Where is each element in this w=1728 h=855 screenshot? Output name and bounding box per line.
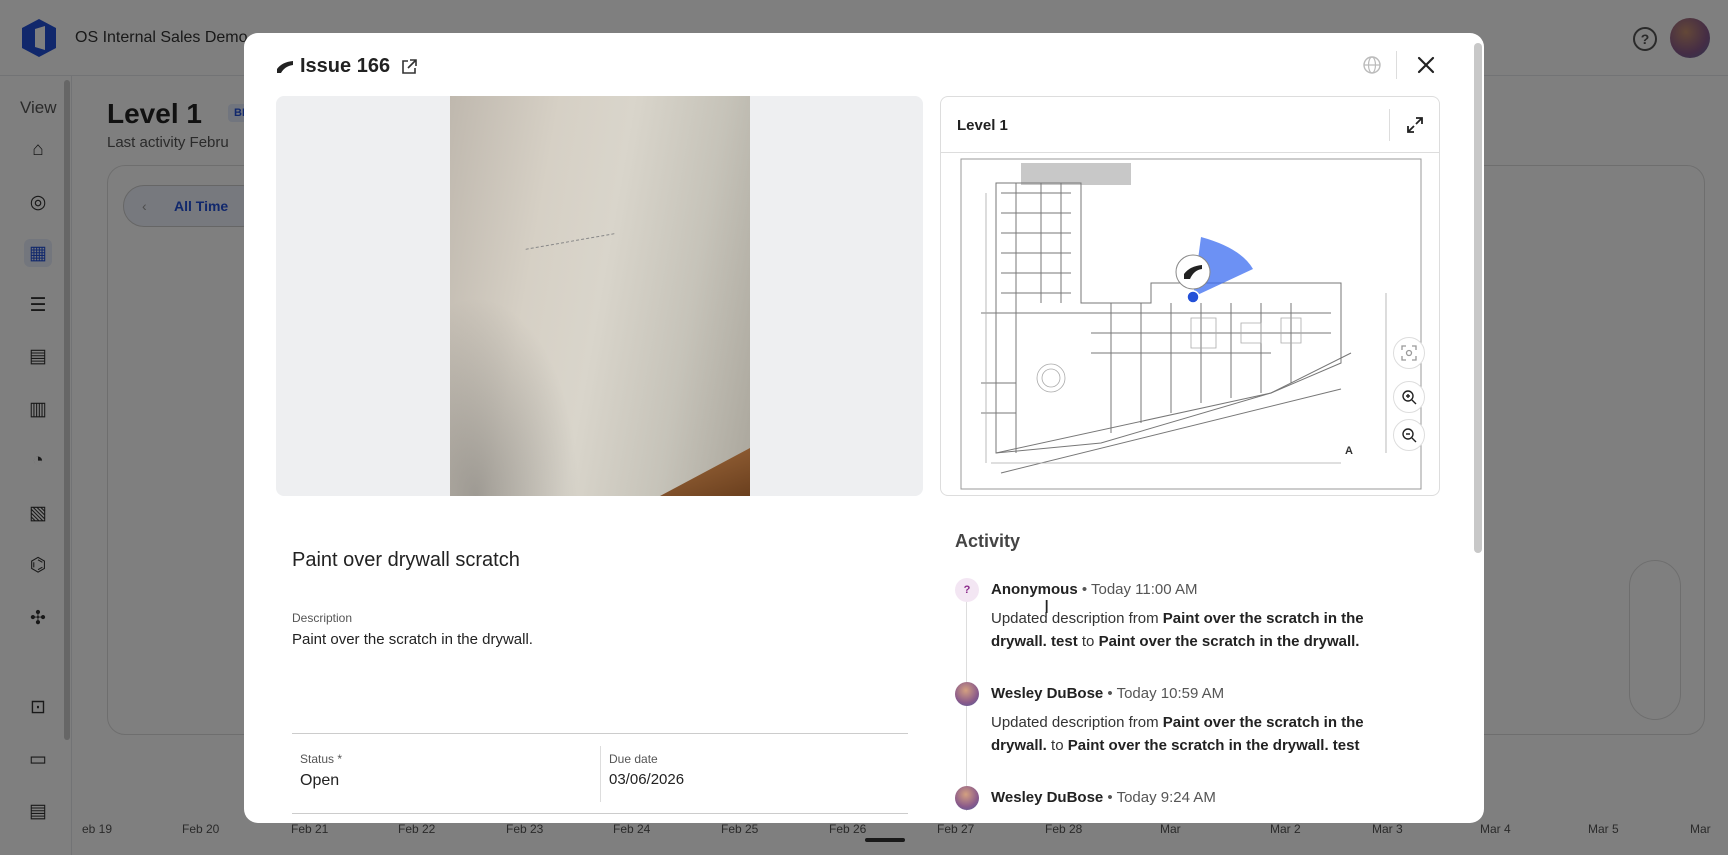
header-divider — [1396, 51, 1397, 79]
activity-to: Paint over the scratch in the drywall. — [1098, 633, 1360, 650]
issue-type-icon — [277, 60, 293, 73]
activity-user: Wesley DuBose — [991, 685, 1104, 702]
issue-header: Issue 166 — [276, 55, 418, 78]
activity-mid: to — [1077, 633, 1099, 650]
activity-timeline-line — [966, 601, 967, 811]
text-cursor-icon: I — [1044, 597, 1050, 618]
activity-mid: to — [1046, 737, 1068, 754]
due-date-label: Due date — [609, 752, 658, 766]
recenter-icon[interactable] — [1393, 337, 1425, 369]
issue-summary-title[interactable]: Paint over drywall scratch — [292, 549, 520, 572]
map-header: Level 1 — [941, 97, 1439, 153]
issue-photo[interactable] — [450, 96, 750, 496]
zoom-in-icon[interactable] — [1393, 381, 1425, 413]
map-level-label: Level 1 — [957, 117, 1008, 134]
globe-icon[interactable] — [1362, 55, 1382, 75]
activity-time: • Today 11:00 AM — [1077, 581, 1198, 598]
anonymous-avatar: ? — [955, 578, 979, 602]
description-label: Description — [292, 611, 353, 625]
activity-user: Wesley DuBose — [991, 789, 1104, 806]
activity-title: Activity — [955, 531, 1021, 551]
activity-time: • Today 9:24 AM — [1103, 789, 1216, 806]
fields-divider-bottom — [292, 813, 908, 814]
issue-title: Issue 166 — [300, 55, 391, 77]
activity-time: • Today 10:59 AM — [1103, 685, 1225, 702]
close-icon[interactable] — [1412, 51, 1440, 79]
floor-plan[interactable]: A — [941, 153, 1439, 495]
field-divider — [600, 746, 601, 802]
map-corner-label: A — [1345, 445, 1353, 457]
status-select[interactable]: Open — [300, 772, 339, 790]
user-avatar — [955, 786, 979, 810]
map-panel: Level 1 A — [940, 96, 1440, 496]
status-label: Status * — [300, 752, 343, 766]
activity-to: Paint over the scratch in the drywall. t… — [1067, 737, 1360, 754]
activity-prefix: Updated description from — [991, 610, 1163, 627]
fields-divider-top — [292, 733, 908, 734]
activity-user: Anonymous — [991, 581, 1078, 598]
zoom-out-icon[interactable] — [1393, 419, 1425, 451]
external-link-icon[interactable] — [400, 58, 418, 76]
activity-prefix: Updated description from — [991, 714, 1163, 731]
user-avatar — [955, 682, 979, 706]
description-text[interactable]: Paint over the scratch in the drywall. — [292, 631, 533, 648]
expand-icon[interactable] — [1405, 115, 1425, 135]
due-date-field[interactable]: 03/06/2026 — [609, 771, 684, 788]
issue-modal: Issue 166 Level 1 A Paint over drywall s… — [244, 33, 1484, 823]
modal-scrollbar[interactable] — [1474, 33, 1482, 553]
